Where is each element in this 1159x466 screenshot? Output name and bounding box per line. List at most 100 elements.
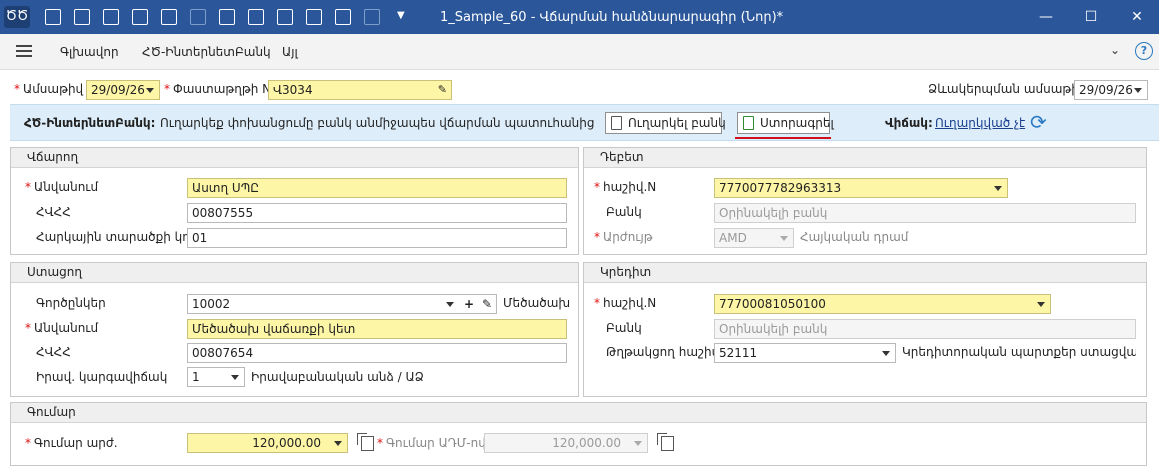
minimize-button[interactable]: —	[1035, 6, 1057, 28]
app-logo-icon: ԾԾ	[4, 6, 30, 28]
chevron-down-icon[interactable]	[882, 351, 890, 356]
amount-panel-title: Գումար	[11, 403, 1146, 423]
doc-number-label: * Փաստաթղթի N	[164, 82, 272, 96]
close-button[interactable]: ✕	[1126, 6, 1148, 28]
chevron-down-icon[interactable]	[1037, 302, 1045, 307]
debit-account-field[interactable]: 7770077782963313	[714, 178, 1008, 198]
amount-label: * Գումար արժ.	[25, 436, 118, 450]
tax-region-field[interactable]: 01	[187, 228, 567, 248]
recipient-name-field[interactable]: Մեծածախ վաճառքի կետ	[187, 319, 567, 339]
payer-name-label: * Անվանում	[25, 180, 99, 194]
send-document-icon	[611, 116, 622, 130]
status-label: Վիճակ:	[885, 116, 933, 130]
document-arrow-icon[interactable]	[277, 9, 293, 25]
debit-bank-field: Օրինակելի բանկ	[714, 203, 1136, 223]
recipient-panel-title: Ստացող	[11, 263, 578, 283]
legal-status-label: Իրավ. կարգավիճակ	[36, 370, 168, 384]
info-bar-title: ՀԾ-ԻնտերնետԲանկ:	[24, 116, 156, 130]
amount-field[interactable]: 120,000.00	[187, 433, 348, 453]
collapse-ribbon-icon[interactable]: ⌄	[1110, 43, 1120, 57]
window-title: 1_Sample_60 - Վճարման հանձնարարագիր (Նոր…	[440, 10, 784, 25]
help-icon[interactable]: ?	[1135, 42, 1153, 60]
sign-underline	[735, 137, 831, 139]
add-icon[interactable]: +	[464, 295, 474, 313]
chevron-down-icon	[634, 441, 642, 446]
amount-amd-label: * Գումար ԱԴՄ-ով	[377, 436, 486, 450]
document-delete-icon[interactable]	[306, 9, 322, 25]
recipient-panel: Ստացող Գործընկեր 10002 + ✎ Մեծածախ * Անվա…	[10, 262, 579, 397]
refresh-document-icon[interactable]	[248, 9, 264, 25]
menu-bar: Գլխավոր ՀԾ-Ինտերնետ­Բանկ Այլ ⌄ ?	[0, 34, 1159, 70]
partner-name: Մեծածախ	[503, 296, 571, 310]
credit-account-label: * հաշիվ.N	[594, 296, 657, 310]
debit-panel: Դեբետ * հաշիվ.N 7770077782963313 Բանկ Օրի…	[583, 147, 1147, 255]
status-link[interactable]: Ուղարկված չէ	[935, 116, 1025, 130]
corr-account-label: Թղթակցող հաշիվ	[606, 345, 720, 359]
recipient-tin-label: ՀՎՀՀ	[36, 345, 71, 359]
debit-account-label: * հաշիվ.N	[594, 180, 657, 194]
menu-item-main[interactable]: Գլխավոր	[60, 45, 119, 59]
document-search-icon[interactable]	[161, 9, 177, 25]
edit-icon[interactable]	[132, 9, 148, 25]
info-bar-text: Ուղարկեք փոխանցումը բանկ անմիջապես վճարմ…	[160, 116, 595, 130]
edit-pencil-icon[interactable]: ✎	[482, 295, 492, 313]
tax-region-label: Հարկային տարածքի կոդ	[36, 230, 198, 244]
corr-account-field[interactable]: 52111	[714, 343, 896, 363]
sign-button[interactable]: Ստորագրել	[737, 112, 834, 134]
save-icon[interactable]	[45, 9, 61, 25]
debit-panel-title: Դեբետ	[584, 148, 1146, 168]
chevron-down-icon[interactable]	[1134, 88, 1142, 93]
menu-item-internet-bank[interactable]: ՀԾ-Ինտերնետ­Բանկ	[142, 45, 271, 59]
partner-field[interactable]: 10002 + ✎	[187, 294, 497, 314]
date-field[interactable]: 29/09/26	[86, 80, 160, 100]
chevron-down-icon[interactable]	[146, 88, 154, 93]
chevron-down-icon[interactable]	[231, 375, 239, 380]
copy-icon[interactable]	[357, 433, 374, 451]
internet-bank-info-bar: ՀԾ-ԻնտերնետԲանկ: Ուղարկեք փոխանցումը բան…	[10, 104, 1159, 141]
save-close-icon[interactable]	[74, 9, 90, 25]
grid-icon	[190, 9, 206, 25]
save-new-icon[interactable]	[103, 9, 119, 25]
amount-panel: Գումար * Գումար արժ. 120,000.00 * Գումար Ա…	[10, 402, 1147, 466]
transfer-date-field[interactable]: 29/09/26	[1074, 80, 1148, 100]
export-icon[interactable]	[219, 9, 235, 25]
credit-bank-field: Օրինակելի բանկ	[714, 319, 1136, 339]
payer-tin-label: ՀՎՀՀ	[36, 205, 71, 219]
chevron-down-icon	[780, 236, 788, 241]
payer-panel-title: Վճարող	[11, 148, 578, 168]
payer-tin-field[interactable]: 00807555	[187, 203, 567, 223]
menu-item-other[interactable]: Այլ	[282, 45, 298, 59]
transfer-date-label: Ձևակերպման ամսաթիվ	[928, 82, 1087, 96]
copy-icon[interactable]	[657, 433, 674, 451]
maximize-button[interactable]: ☐	[1080, 6, 1102, 28]
quick-access-dropdown-icon[interactable]: ▼	[397, 10, 405, 21]
recipient-tin-field[interactable]: 00807654	[187, 343, 567, 363]
credit-panel-title: Կրեդիտ	[584, 263, 1146, 283]
credit-bank-label: Բանկ	[606, 321, 642, 335]
send-to-bank-button[interactable]: Ուղարկել բանկ	[605, 112, 726, 134]
legal-status-text: Իրավաբանական անձ / ԱՁ	[251, 370, 424, 384]
chevron-down-icon[interactable]	[334, 441, 342, 446]
currency-name: Հայկական դրամ	[800, 230, 909, 244]
chevron-down-icon[interactable]	[994, 186, 1002, 191]
partner-label: Գործընկեր	[36, 296, 106, 310]
chevron-down-icon[interactable]	[446, 302, 454, 307]
currency-field: AMD	[714, 228, 794, 248]
debit-bank-label: Բանկ	[606, 205, 642, 219]
refresh-icon[interactable]: ⟳	[1030, 110, 1047, 134]
copy-disabled-icon	[364, 9, 380, 25]
credit-account-field[interactable]: 77700081050100	[714, 294, 1051, 314]
amount-amd-field: 120,000.00	[484, 433, 648, 453]
legal-status-field[interactable]: 1	[187, 367, 245, 387]
magic-wand-icon[interactable]: ✎	[438, 81, 447, 99]
sign-document-icon	[743, 116, 754, 130]
payer-panel: Վճարող * Անվանում Աստղ ՍՊԸ ՀՎՀՀ 00807555 …	[10, 147, 579, 255]
currency-label: * Արժույթ	[594, 230, 653, 244]
date-label: * Ամսաթիվ	[14, 82, 84, 96]
title-bar: ԾԾ ▼ 1_Sample_60 - Վճարման հանձնարարագիր…	[0, 0, 1159, 34]
corr-account-text: Կրեդիտորական պարտքեր ստացված հո	[902, 345, 1136, 359]
doc-number-field[interactable]: Վ3034 ✎	[268, 80, 452, 100]
document-clock-icon[interactable]	[335, 9, 351, 25]
payer-name-field[interactable]: Աստղ ՍՊԸ	[187, 178, 567, 198]
hamburger-menu-icon[interactable]	[16, 45, 32, 57]
